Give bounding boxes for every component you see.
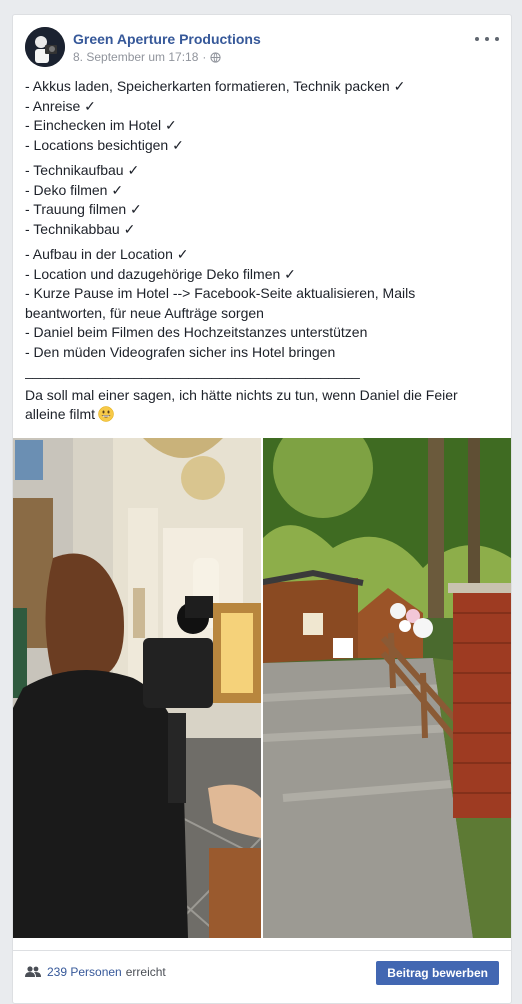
- list-item: - Trauung filmen ✓: [25, 201, 142, 217]
- list-item: - Technikabbau ✓: [25, 220, 136, 237]
- photo-grid: [13, 438, 511, 938]
- list-item: - Daniel beim Filmen des Hochzeitstanzes…: [25, 324, 368, 340]
- post-card: Green Aperture Productions 8. September …: [12, 14, 512, 1004]
- globe-icon[interactable]: [210, 51, 222, 63]
- meta-separator: ·: [202, 50, 207, 64]
- boost-post-button[interactable]: Beitrag bewerben: [376, 961, 499, 985]
- list-item: - Aufbau in der Location ✓: [25, 246, 189, 262]
- list-item: - Technikaufbau ✓: [25, 162, 140, 178]
- wedding-venue-path-photo[interactable]: [263, 438, 511, 938]
- post-header: Green Aperture Productions 8. September …: [25, 27, 499, 69]
- closing-text: Da soll mal einer sagen, ich hätte nicht…: [25, 386, 458, 423]
- reach-suffix: erreicht: [125, 965, 166, 979]
- list-item: - Anreise ✓: [25, 97, 96, 114]
- avatar[interactable]: [25, 27, 65, 67]
- list-item: - Den müden Videografen sicher ins Hotel…: [25, 343, 336, 360]
- reach-stats: 239 Personen erreicht: [25, 965, 166, 979]
- post-meta: 8. September um 17:18 ·: [73, 50, 222, 64]
- list-item: - Deko filmen ✓: [25, 181, 124, 198]
- text-divider: ________________________________________…: [25, 363, 360, 379]
- page-name-link[interactable]: Green Aperture Productions: [73, 31, 261, 47]
- list-item: - Kurze Pause im Hotel --> Facebook-Seit…: [25, 285, 416, 321]
- post-text: - Akkus laden, Speicherkarten formatiere…: [25, 77, 495, 425]
- people-icon: [25, 966, 41, 978]
- grinning-face-emoji-icon: [98, 406, 114, 422]
- list-item: - Locations besichtigen ✓: [25, 136, 184, 153]
- post-timestamp[interactable]: 8. September um 17:18: [73, 50, 198, 64]
- reach-count-link[interactable]: 239 Personen: [47, 965, 122, 979]
- church-filming-photo[interactable]: [13, 438, 261, 938]
- closing-line: Da soll mal einer sagen, ich hätte nicht…: [25, 386, 495, 425]
- list-item: - Location und dazugehörige Deko filmen …: [25, 265, 296, 282]
- post-footer: 239 Personen erreicht Beitrag bewerben: [13, 950, 511, 1004]
- list-item: - Einchecken im Hotel ✓: [25, 117, 177, 133]
- more-options-icon[interactable]: [475, 31, 499, 47]
- list-item: - Akkus laden, Speicherkarten formatiere…: [25, 78, 406, 94]
